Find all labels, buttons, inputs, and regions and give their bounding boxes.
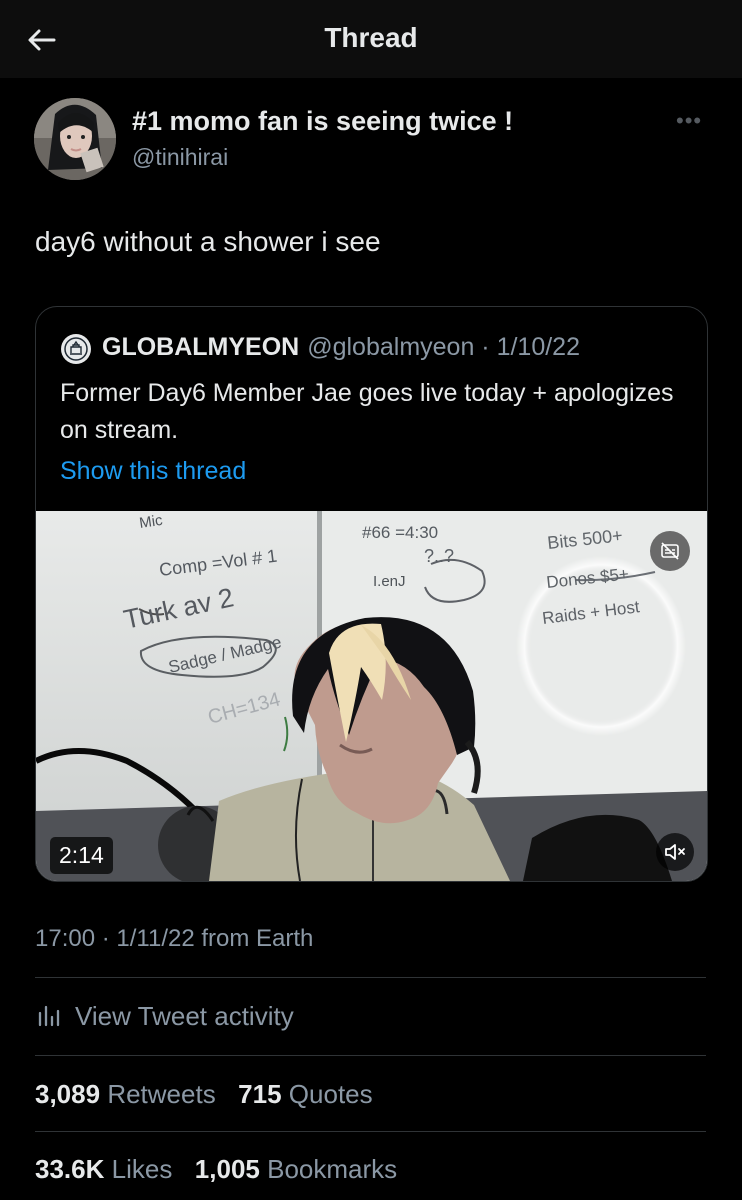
likes-bookmarks-stats: 33.6K Likes 1,005 Bookmarks <box>35 1154 397 1185</box>
view-tweet-activity[interactable]: View Tweet activity <box>35 999 294 1033</box>
video-frame: Mic Comp =Vol # 1 Turk av 2 Sadge / Madg… <box>36 511 707 881</box>
thread-header: Thread <box>0 0 742 78</box>
divider <box>35 1131 706 1132</box>
more-options-icon[interactable]: ••• <box>676 108 702 134</box>
captions-icon <box>661 542 679 560</box>
bookmarks-label[interactable]: Bookmarks <box>267 1154 397 1184</box>
likes-count[interactable]: 33.6K <box>35 1154 104 1184</box>
whiteboard-text-left-1: Mic <box>138 512 164 532</box>
divider <box>35 1055 706 1056</box>
author-handle[interactable]: @tinihirai <box>132 144 228 171</box>
quoted-tweet-text: Former Day6 Member Jae goes live today +… <box>60 379 674 444</box>
captions-button[interactable] <box>650 531 690 571</box>
retweets-count[interactable]: 3,089 <box>35 1079 100 1109</box>
quoted-author-name[interactable]: GLOBALMYEON <box>102 333 299 361</box>
quoted-author-meta: @globalmyeon · 1/10/22 <box>307 333 580 361</box>
quotes-count[interactable]: 715 <box>238 1079 281 1109</box>
author-avatar[interactable] <box>34 98 116 180</box>
video-duration: 2:14 <box>50 837 113 874</box>
page-title: Thread <box>324 22 418 53</box>
view-tweet-activity-label[interactable]: View Tweet activity <box>75 1001 294 1032</box>
quoted-avatar[interactable] <box>61 334 91 364</box>
show-thread-link[interactable]: Show this thread <box>60 457 246 486</box>
retweets-label[interactable]: Retweets <box>107 1079 215 1109</box>
bar-chart-icon <box>38 1005 60 1027</box>
quotes-label[interactable]: Quotes <box>289 1079 373 1109</box>
quoted-tweet-card[interactable]: GLOBALMYEON @globalmyeon · 1/10/22 Former… <box>35 306 708 882</box>
video-player[interactable]: Mic Comp =Vol # 1 Turk av 2 Sadge / Madg… <box>36 511 707 881</box>
speaker-muted-icon <box>665 844 685 860</box>
likes-label[interactable]: Likes <box>112 1154 173 1184</box>
whiteboard-text-center-2: ?..? <box>424 546 454 566</box>
whiteboard-text-center-3: I.enJ <box>373 573 406 590</box>
tweet-timestamp: 17:00 · 1/11/22 from Earth <box>35 925 314 952</box>
retweets-quotes-stats: 3,089 Retweets 715 Quotes <box>35 1079 373 1110</box>
divider <box>35 977 706 978</box>
mute-button[interactable] <box>656 833 694 871</box>
quoted-author-line[interactable]: GLOBALMYEON @globalmyeon · 1/10/22 <box>102 333 580 362</box>
author-name[interactable]: #1 momo fan is seeing twice ! <box>132 106 513 137</box>
tweet-text: day6 without a shower i see <box>35 226 381 257</box>
whiteboard-text-top-center: #66 =4:30 <box>362 523 438 542</box>
bookmarks-count[interactable]: 1,005 <box>195 1154 260 1184</box>
building-icon <box>64 337 88 361</box>
